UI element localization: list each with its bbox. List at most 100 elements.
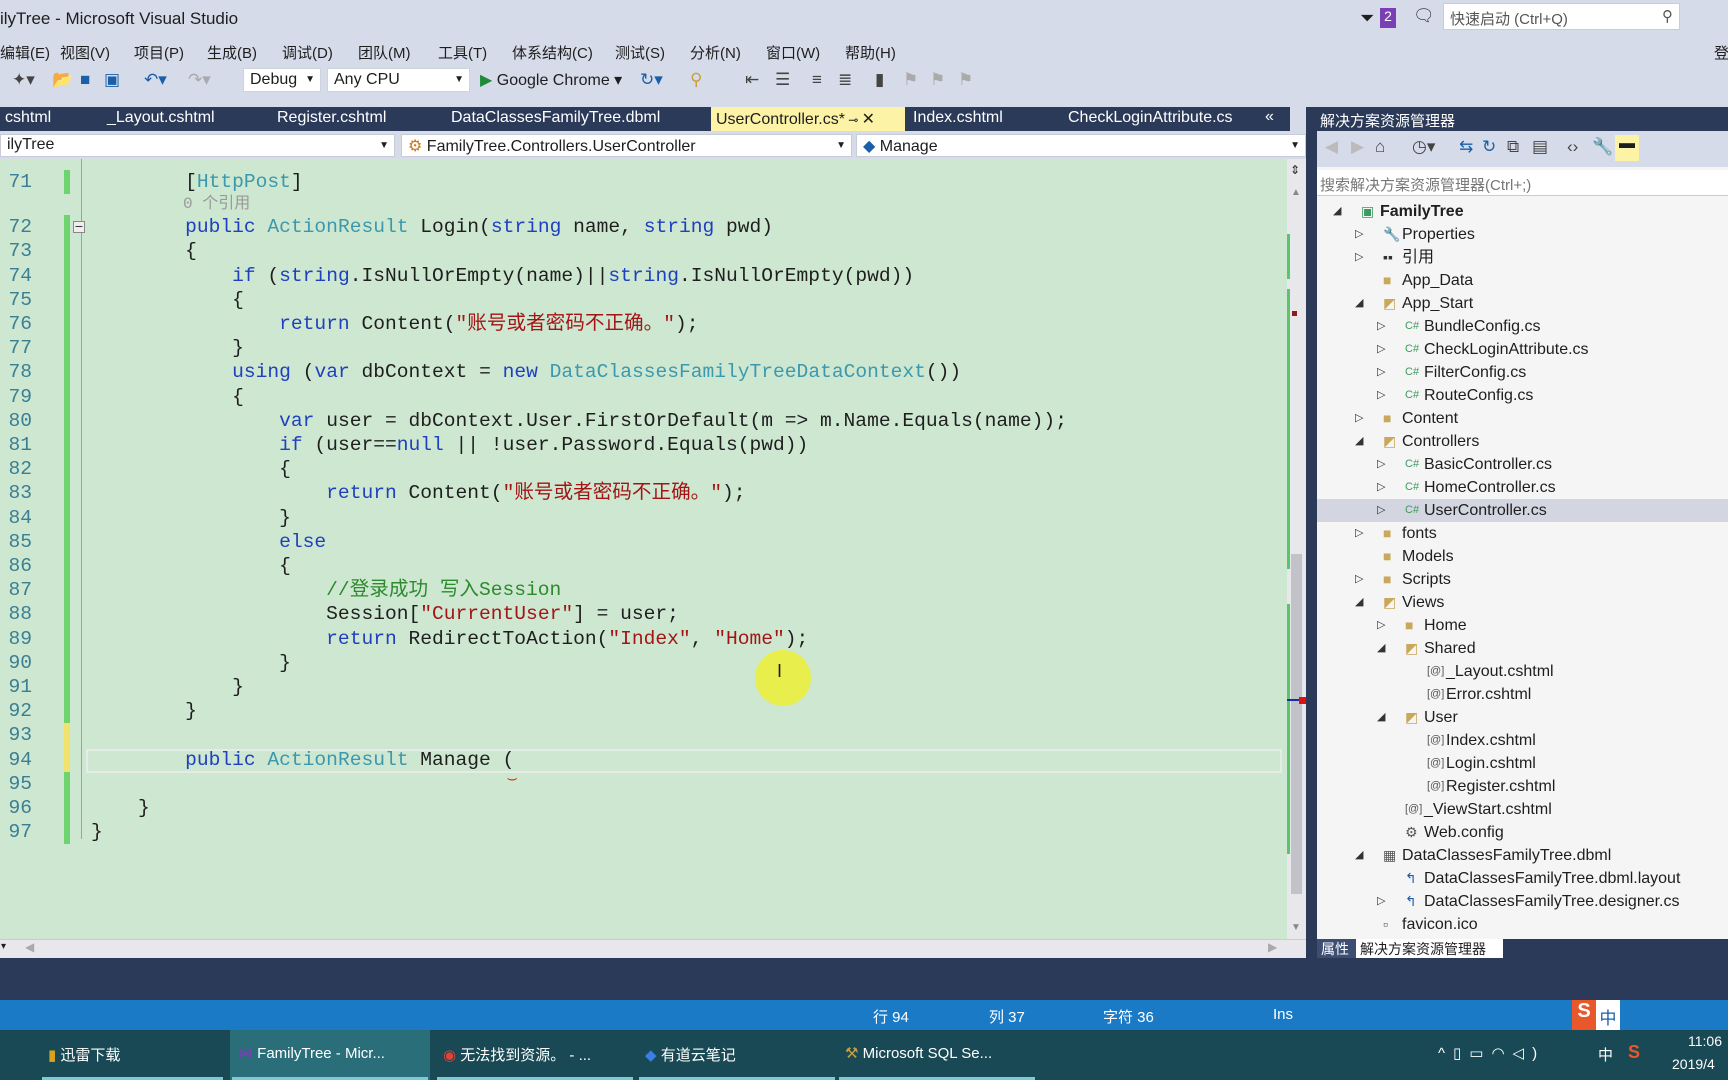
tab-cshtml[interactable]: cshtml [0, 107, 60, 131]
code-text[interactable]: } [91, 820, 103, 844]
solution-search-input[interactable]: 搜索解决方案资源管理器(Ctrl+;) [1317, 170, 1728, 196]
prev-bookmark-icon[interactable]: ⚑ [903, 70, 918, 90]
preview-toggle-icon[interactable]: ▬ [1615, 135, 1639, 161]
properties-wrench-icon[interactable]: 🔧 [1592, 137, 1613, 157]
code-text[interactable]: else [91, 530, 326, 554]
expanded-arrow-icon[interactable]: ◢ [1333, 200, 1341, 223]
split-icon[interactable]: ⇕ [1290, 163, 1300, 177]
sync-icon[interactable]: ⇆ [1459, 137, 1473, 157]
tab-solution-explorer[interactable]: 解决方案资源管理器 [1356, 939, 1503, 958]
browser-link-icon[interactable]: ⚲ [690, 70, 702, 90]
tab-dataclassesfamilytree-dbml[interactable]: DataClassesFamilyTree.dbml [446, 107, 686, 131]
collapsed-arrow-icon[interactable]: ▷ [1355, 568, 1363, 591]
codelens[interactable]: 0 个引用 [0, 194, 1287, 215]
codelens-references[interactable]: 0 个引用 [183, 194, 250, 215]
tree-item[interactable]: ▷ C# CheckLoginAttribute.cs [1317, 338, 1728, 361]
quick-launch-input[interactable]: 快速启动 (Ctrl+Q) ⚲ [1443, 3, 1680, 30]
code-text[interactable]: } [91, 651, 291, 675]
code-text[interactable]: return RedirectToAction("Index", "Home")… [91, 627, 808, 651]
clock-date[interactable]: 2019/4 [1672, 1056, 1715, 1072]
sogou-ime-icon[interactable]: S [1572, 1000, 1596, 1030]
collapsed-arrow-icon[interactable]: ▷ [1355, 522, 1363, 545]
tree-item[interactable]: [@] Index.cshtml [1317, 729, 1728, 752]
redo-icon[interactable]: ↷▾ [188, 70, 211, 90]
tree-item[interactable]: ◢ ▦ DataClassesFamilyTree.dbml [1317, 844, 1728, 867]
tree-item[interactable]: ◢ ◩ Controllers [1317, 430, 1728, 453]
ime-mode[interactable]: 中 [1596, 1000, 1620, 1030]
uncomment-icon[interactable]: ≣ [838, 70, 852, 90]
collapsed-arrow-icon[interactable]: ▷ [1377, 315, 1385, 338]
collapsed-arrow-icon[interactable]: ▷ [1377, 614, 1385, 637]
scroll-left-icon[interactable]: ◀ [25, 940, 34, 954]
pin-icon[interactable]: ⊸ [845, 113, 862, 127]
pending-changes-icon[interactable]: ◷▾ [1412, 137, 1435, 157]
platform-select[interactable]: Any CPU ▼ [327, 68, 470, 92]
collapsed-arrow-icon[interactable]: ▷ [1377, 499, 1385, 522]
tree-item[interactable]: ◢ ◩ Shared [1317, 637, 1728, 660]
taskbar-item[interactable]: ⚒ Microsoft SQL Se... [837, 1030, 1037, 1080]
tree-item[interactable]: ▷ ■ Scripts [1317, 568, 1728, 591]
tree-item[interactable]: ▷ 🔧 Properties [1317, 223, 1728, 246]
tree-item[interactable]: ▷ ▪▪ 引用 [1317, 246, 1728, 269]
show-all-files-icon[interactable]: ▤ [1532, 137, 1548, 157]
tree-item[interactable]: ▷ C# FilterConfig.cs [1317, 361, 1728, 384]
tree-item[interactable]: ▷ ■ fonts [1317, 522, 1728, 545]
tree-item[interactable]: [@] Error.cshtml [1317, 683, 1728, 706]
collapsed-arrow-icon[interactable]: ▷ [1377, 338, 1385, 361]
code-text[interactable]: } [91, 336, 244, 360]
expanded-arrow-icon[interactable]: ◢ [1377, 637, 1385, 660]
refresh-icon[interactable]: ↻ [1482, 137, 1496, 157]
code-text[interactable]: Session["CurrentUser"] = user; [91, 602, 679, 626]
member-dropdown[interactable]: ◆ Manage ▼ [856, 134, 1306, 157]
tab-properties[interactable]: 属性 [1317, 939, 1356, 958]
code-text[interactable]: return Content("账号或者密码不正确。"); [91, 312, 698, 336]
collapse-all-icon[interactable]: ⧉ [1507, 137, 1519, 157]
code-text[interactable]: { [91, 385, 244, 409]
tab-usercontroller-cs-[interactable]: UserController.cs* ⊸ ✕ [711, 107, 905, 131]
code-text[interactable]: { [91, 457, 291, 481]
collapsed-arrow-icon[interactable]: ▷ [1377, 453, 1385, 476]
tree-item[interactable]: [@] Register.cshtml [1317, 775, 1728, 798]
code-text[interactable]: return Content("账号或者密码不正确。"); [91, 481, 745, 505]
class-dropdown[interactable]: ⚙ FamilyTree.Controllers.UserController ▼ [401, 134, 852, 157]
refresh-icon[interactable]: ↻▾ [640, 70, 663, 90]
tree-item[interactable]: ▫ favicon.ico [1317, 913, 1728, 936]
vertical-scrollbar[interactable]: ⇕ ▲ ▼ [1287, 159, 1306, 939]
scroll-thumb[interactable] [1291, 554, 1302, 894]
clear-bookmarks-icon[interactable]: ⚑ [958, 70, 973, 90]
code-text[interactable]: { [91, 288, 244, 312]
bookmark-icon[interactable]: ▮ [875, 70, 884, 90]
panel-splitter[interactable] [1306, 107, 1317, 958]
forward-icon[interactable]: ▶ [1351, 137, 1364, 157]
code-text[interactable]: } [91, 796, 150, 820]
code-text[interactable]: [HttpPost] [91, 170, 303, 194]
expanded-arrow-icon[interactable]: ◢ [1377, 706, 1385, 729]
format-icon[interactable]: ☰ [775, 70, 790, 90]
tab-register-cshtml[interactable]: Register.cshtml [272, 107, 405, 131]
save-all-icon[interactable]: ▣ [104, 70, 120, 90]
filter-icon[interactable]: ⏷ [1360, 8, 1374, 29]
notification-badge[interactable]: 2 [1380, 8, 1396, 28]
menu-item[interactable]: 编辑(E) [0, 42, 50, 63]
back-icon[interactable]: ◀ [1325, 137, 1338, 157]
tab--layout-cshtml[interactable]: _Layout.cshtml [102, 107, 228, 131]
close-icon[interactable]: ✕ [862, 111, 875, 128]
tree-item[interactable]: ⚙ Web.config [1317, 821, 1728, 844]
feedback-icon[interactable]: 🗨 [1413, 6, 1435, 26]
code-text[interactable]: public ActionResult Login(string name, s… [91, 215, 773, 239]
scroll-right-icon[interactable]: ▶ [1268, 940, 1277, 954]
clock-time[interactable]: 11:06 [1688, 1033, 1722, 1049]
collapsed-arrow-icon[interactable]: ▷ [1355, 246, 1363, 269]
tree-item[interactable]: ◢ ▣ FamilyTree [1317, 200, 1728, 223]
menu-item[interactable]: 视图(V) [60, 42, 110, 63]
system-tray-icons[interactable]: ^▯▭◠◁) [1438, 1044, 1545, 1062]
menu-item[interactable]: 团队(M) [358, 42, 411, 63]
taskbar-item[interactable]: ▮ 迅雷下载 [40, 1030, 225, 1080]
tree-item[interactable]: ◢ ◩ App_Start [1317, 292, 1728, 315]
sogou-tray-icon[interactable]: S [1628, 1042, 1640, 1063]
tree-item[interactable]: ▷ C# RouteConfig.cs [1317, 384, 1728, 407]
expanded-arrow-icon[interactable]: ◢ [1355, 844, 1363, 867]
step-icon[interactable]: ⇤ [745, 70, 759, 90]
code-text[interactable]: public ActionResult Manage ( [91, 748, 514, 772]
collapsed-arrow-icon[interactable]: ▷ [1377, 361, 1385, 384]
